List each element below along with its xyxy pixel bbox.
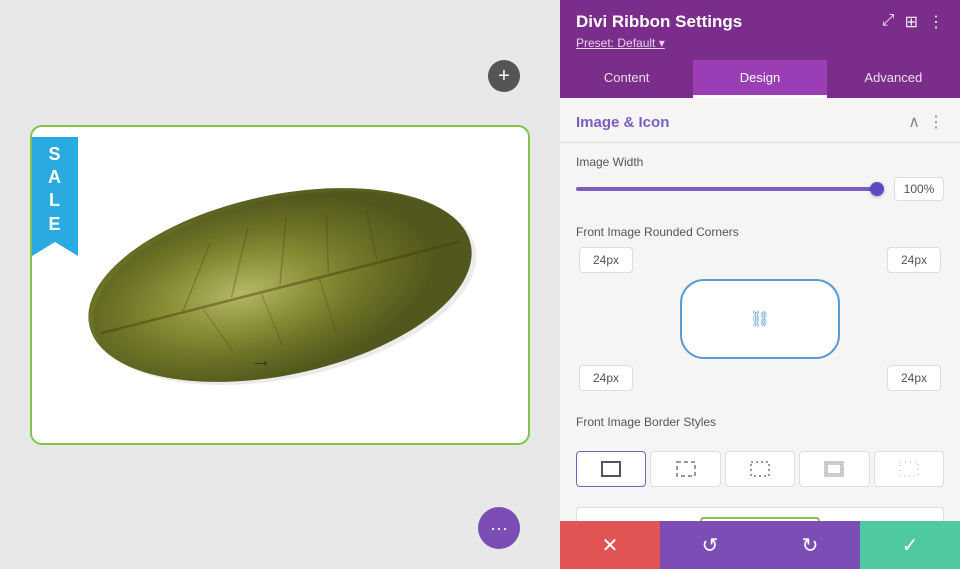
fullscreen-icon[interactable]: ⤢	[882, 12, 895, 32]
link-corners-icon[interactable]: ⛓	[750, 309, 770, 329]
section-title: Image & Icon	[576, 114, 669, 131]
tab-advanced[interactable]: Advanced	[827, 60, 960, 98]
image-width-track[interactable]	[576, 187, 884, 191]
confirm-icon: ✓	[902, 533, 919, 558]
border-styles-row	[560, 441, 960, 497]
image-width-label: Image Width	[576, 155, 944, 169]
slider-fill	[576, 187, 884, 191]
corners-preview: ⛓	[680, 279, 840, 359]
arrow-indicator: →	[250, 347, 272, 373]
redo-button[interactable]: ↻	[760, 521, 860, 569]
card-wrapper: SALE	[30, 125, 530, 445]
more-icon: ···	[490, 518, 508, 539]
image-width-slider-row: 100%	[576, 177, 944, 201]
redo-icon: ↻	[802, 533, 819, 558]
panel-tabs: Content Design Advanced	[560, 60, 960, 98]
cancel-button[interactable]: ✕	[560, 521, 660, 569]
plus-icon: +	[498, 66, 510, 86]
image-width-value[interactable]: 100%	[894, 177, 944, 201]
border-solid-icon	[601, 461, 621, 477]
rounded-corners-label: Front Image Rounded Corners	[576, 225, 944, 239]
panel-header: Divi Ribbon Settings ⤢ ⊞ ⋮ Preset: Defau…	[560, 0, 960, 60]
sale-ribbon: SALE	[32, 137, 78, 243]
reset-button[interactable]: ↺	[660, 521, 760, 569]
more-header-icon[interactable]: ⋮	[928, 12, 944, 32]
confirm-button[interactable]: ✓	[860, 521, 960, 569]
corner-bottom-left[interactable]: 24px	[579, 365, 633, 391]
slider-thumb[interactable]	[870, 182, 884, 196]
leaf-image	[60, 145, 500, 425]
corner-bottom-right[interactable]: 24px	[887, 365, 941, 391]
corners-grid: 24px 24px ⛓ 24px 24px	[576, 247, 944, 391]
canvas-area: + SALE	[0, 0, 560, 569]
border-style-solid[interactable]	[576, 451, 646, 487]
action-bar: ✕ ↺ ↻ ✓	[560, 521, 960, 569]
tab-design[interactable]: Design	[693, 60, 826, 98]
border-style-dashed[interactable]	[650, 451, 720, 487]
corner-top-left[interactable]: 24px	[579, 247, 633, 273]
border-style-dotted[interactable]	[725, 451, 795, 487]
preset-selector[interactable]: Preset: Default ▾	[576, 36, 944, 50]
border-style-double[interactable]	[799, 451, 869, 487]
cancel-icon: ✕	[602, 533, 619, 558]
panel-title: Divi Ribbon Settings	[576, 12, 742, 32]
header-icons: ⤢ ⊞ ⋮	[882, 12, 944, 32]
tab-content[interactable]: Content	[560, 60, 693, 98]
border-style-none[interactable]	[874, 451, 944, 487]
border-styles-field: Front Image Border Styles	[560, 403, 960, 441]
leaf-svg	[70, 165, 490, 405]
reset-icon: ↺	[702, 533, 719, 558]
layout-icon[interactable]: ⊞	[905, 12, 918, 32]
more-options-button[interactable]: ···	[478, 507, 520, 549]
border-none-icon	[899, 461, 919, 477]
section-image-icon: Image & Icon ∧ ⋮	[560, 98, 960, 143]
border-dotted-icon	[750, 461, 770, 477]
image-width-field: Image Width 100%	[560, 143, 960, 213]
collapse-section-icon[interactable]: ∧	[908, 112, 920, 132]
add-element-button[interactable]: +	[488, 60, 520, 92]
border-dashed-icon	[676, 461, 696, 477]
border-double-icon	[824, 461, 844, 477]
border-preview-area	[576, 507, 944, 521]
ribbon-text: SALE	[48, 144, 62, 234]
corner-top-right[interactable]: 24px	[887, 247, 941, 273]
rounded-corners-field: Front Image Rounded Corners 24px 24px ⛓ …	[560, 213, 960, 403]
section-options-icon[interactable]: ⋮	[928, 112, 944, 132]
border-styles-label: Front Image Border Styles	[576, 415, 944, 429]
panel-body: Image & Icon ∧ ⋮ Image Width 100% Front …	[560, 98, 960, 521]
settings-panel: Divi Ribbon Settings ⤢ ⊞ ⋮ Preset: Defau…	[560, 0, 960, 569]
